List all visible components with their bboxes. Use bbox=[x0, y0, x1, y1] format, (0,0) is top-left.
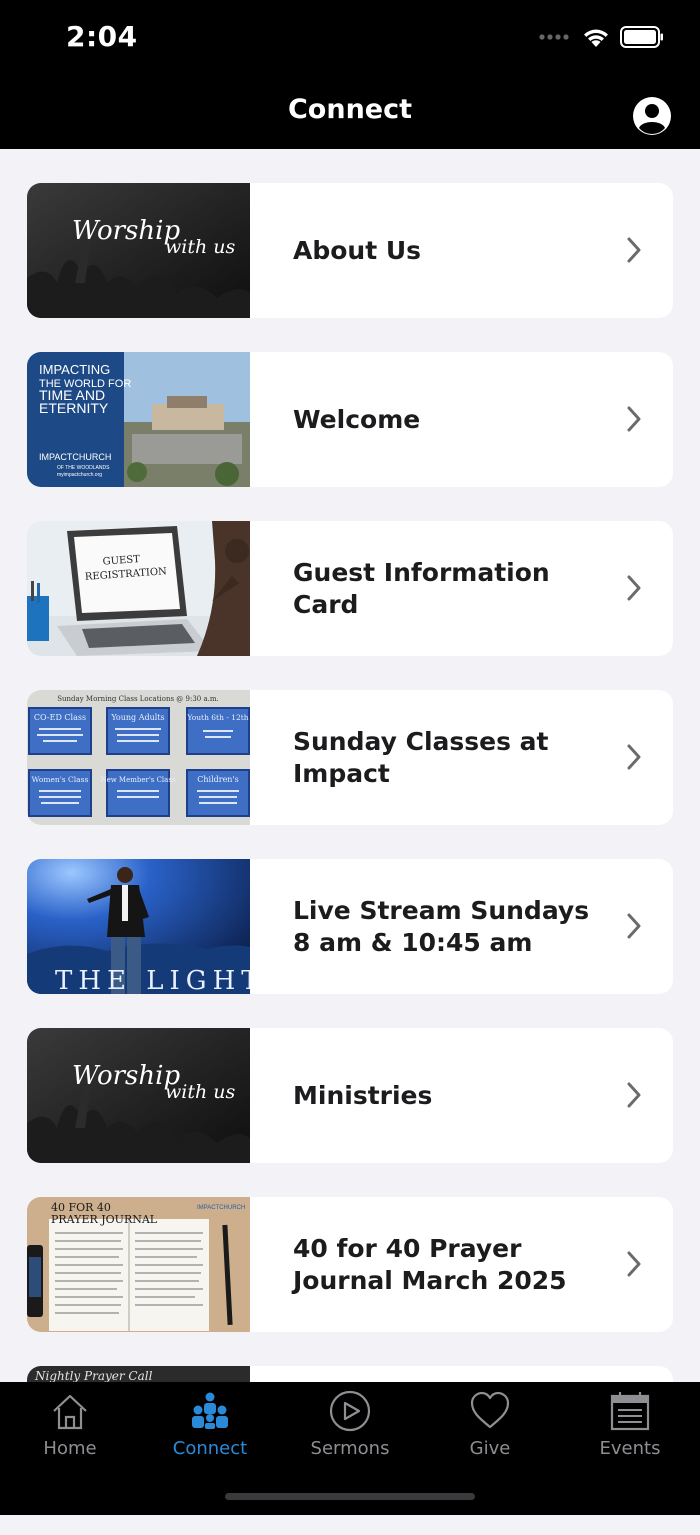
chevron-right-icon bbox=[627, 913, 641, 939]
wifi-icon bbox=[584, 29, 608, 47]
play-icon bbox=[329, 1390, 371, 1432]
svg-text:OF THE WOODLANDS: OF THE WOODLANDS bbox=[57, 465, 110, 471]
sunday-classes-thumbnail: Sunday Morning Class Locations @ 9:30 a.… bbox=[27, 690, 250, 825]
chevron-right-icon bbox=[627, 575, 641, 601]
list-item-title: 40 for 40 Prayer Journal March 2025 bbox=[293, 1233, 567, 1295]
chevron-right-icon bbox=[627, 744, 641, 770]
svg-text:IMPACTING: IMPACTING bbox=[39, 362, 110, 377]
tab-connect[interactable]: Connect bbox=[140, 1390, 280, 1459]
about-us-thumbnail: Worship with us bbox=[27, 183, 250, 318]
svg-text:Women's Class: Women's Class bbox=[32, 775, 89, 784]
status-time: 2:04 bbox=[66, 20, 138, 53]
svg-text:PRAYER JOURNAL: PRAYER JOURNAL bbox=[51, 1213, 158, 1226]
list-item-title: About Us bbox=[293, 235, 422, 265]
svg-text:Sunday Morning Class Locations: Sunday Morning Class Locations @ 9:30 a.… bbox=[57, 695, 219, 703]
home-indicator bbox=[225, 1493, 475, 1500]
tab-sermons[interactable]: Sermons bbox=[280, 1390, 420, 1459]
svg-text:CO-ED Class: CO-ED Class bbox=[34, 713, 86, 722]
tab-events[interactable]: Events bbox=[560, 1390, 700, 1459]
tab-label: Give bbox=[469, 1438, 511, 1459]
guest-registration-thumbnail: GUEST REGISTRATION bbox=[27, 521, 250, 656]
tab-label: Connect bbox=[172, 1438, 248, 1459]
list-item-title: Ministries bbox=[293, 1080, 433, 1110]
people-icon bbox=[192, 1392, 228, 1429]
battery-icon bbox=[620, 26, 663, 48]
signal-icon bbox=[539, 34, 569, 40]
tab-label: Events bbox=[599, 1438, 661, 1459]
list-item-title: Welcome bbox=[293, 404, 421, 434]
tab-label: Home bbox=[43, 1438, 97, 1459]
home-icon bbox=[53, 1394, 87, 1430]
svg-text:Nightly Prayer Call: Nightly Prayer Call bbox=[34, 1369, 153, 1383]
chevron-right-icon bbox=[627, 406, 641, 432]
page-title: Connect bbox=[287, 94, 413, 125]
svg-text:Youth 6th - 12th: Youth 6th - 12th bbox=[186, 713, 248, 722]
chevron-right-icon bbox=[627, 1251, 641, 1277]
status-icons bbox=[538, 26, 664, 48]
profile-icon bbox=[633, 97, 671, 135]
svg-text:IMPACTCHURCH: IMPACTCHURCH bbox=[197, 1205, 245, 1211]
svg-text:New Member's Class: New Member's Class bbox=[100, 776, 176, 784]
svg-text:Young Adults: Young Adults bbox=[110, 713, 164, 722]
list-item-prayer-journal[interactable]: 40 FOR 40 PRAYER JOURNAL IMPACTCHURCH 40… bbox=[27, 1197, 673, 1332]
svg-text:ETERNITY: ETERNITY bbox=[39, 400, 109, 416]
calendar-icon bbox=[610, 1392, 650, 1431]
list-item-live-stream[interactable]: THE LIGHT Live Stream Sundays 8 am & 10:… bbox=[27, 859, 673, 994]
svg-text:IMPACTCHURCH: IMPACTCHURCH bbox=[39, 452, 111, 462]
svg-text:with us: with us bbox=[165, 1081, 235, 1103]
connect-list: Worship with us About Us IMPACTING THE W… bbox=[27, 183, 673, 1535]
svg-text:THE LIGHT: THE LIGHT bbox=[55, 966, 250, 994]
list-item-about-us[interactable]: Worship with us About Us bbox=[27, 183, 673, 318]
list-item-sunday-classes[interactable]: Sunday Morning Class Locations @ 9:30 a.… bbox=[27, 690, 673, 825]
chevron-right-icon bbox=[627, 1082, 641, 1108]
nav-bar: Connect bbox=[0, 80, 700, 149]
list-item-title: Guest Information Card bbox=[293, 557, 550, 619]
tab-label: Sermons bbox=[310, 1438, 390, 1459]
live-stream-thumbnail: THE LIGHT bbox=[27, 859, 250, 994]
prayer-journal-thumbnail: 40 FOR 40 PRAYER JOURNAL IMPACTCHURCH bbox=[27, 1197, 250, 1332]
ministries-thumbnail: Worship with us bbox=[27, 1028, 250, 1163]
svg-text:myimpactchurch.org: myimpactchurch.org bbox=[57, 472, 102, 478]
tab-give[interactable]: Give bbox=[420, 1390, 560, 1459]
list-item-title: Sunday Classes at Impact bbox=[293, 726, 549, 788]
list-item-welcome[interactable]: IMPACTING THE WORLD FOR TIME AND ETERNIT… bbox=[27, 352, 673, 487]
list-item-title: Live Stream Sundays 8 am & 10:45 am bbox=[293, 895, 590, 957]
list-item-ministries[interactable]: Worship with us Ministries bbox=[27, 1028, 673, 1163]
svg-text:Children's: Children's bbox=[197, 775, 239, 784]
svg-text:with us: with us bbox=[165, 236, 235, 258]
tab-home[interactable]: Home bbox=[0, 1390, 140, 1459]
list-item-guest-information-card[interactable]: GUEST REGISTRATION Guest Information Car… bbox=[27, 521, 673, 656]
status-bar: 2:04 bbox=[0, 0, 700, 80]
profile-button[interactable] bbox=[632, 96, 672, 136]
welcome-thumbnail: IMPACTING THE WORLD FOR TIME AND ETERNIT… bbox=[27, 352, 250, 487]
heart-icon bbox=[470, 1391, 510, 1429]
chevron-right-icon bbox=[627, 237, 641, 263]
